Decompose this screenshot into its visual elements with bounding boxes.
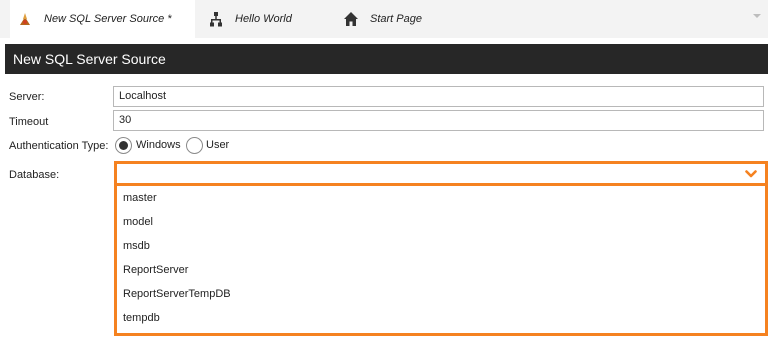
- database-dropdown-list: master model msdb ReportServer ReportSer…: [114, 186, 768, 336]
- dropdown-option-master[interactable]: master: [123, 192, 157, 204]
- home-icon: [340, 11, 362, 27]
- dropdown-option-reportserver[interactable]: ReportServer: [123, 264, 188, 276]
- dropdown-option-tempdb[interactable]: tempdb: [123, 312, 160, 324]
- chevron-down-icon[interactable]: [752, 12, 762, 20]
- timeout-label: Timeout: [9, 116, 49, 128]
- timeout-input[interactable]: 30: [113, 110, 764, 131]
- workflow-icon: [205, 11, 227, 27]
- sql-server-source-icon: [14, 11, 36, 27]
- user-radio[interactable]: [186, 137, 203, 154]
- tab-start-page[interactable]: Start Page: [340, 0, 450, 38]
- server-label: Server:: [9, 91, 45, 103]
- windows-radio[interactable]: [115, 137, 132, 154]
- chevron-down-icon[interactable]: [745, 169, 757, 179]
- database-select[interactable]: [114, 161, 768, 186]
- dropdown-option-model[interactable]: model: [123, 216, 153, 228]
- page-title-bar: New SQL Server Source: [5, 44, 768, 74]
- windows-radio-label[interactable]: Windows: [136, 139, 181, 151]
- server-input[interactable]: Localhost: [113, 86, 764, 107]
- user-radio-label[interactable]: User: [206, 139, 229, 151]
- tab-hello-world[interactable]: Hello World: [205, 0, 320, 38]
- tab-new-sql-server-source[interactable]: New SQL Server Source *: [10, 0, 195, 38]
- authentication-type-label: Authentication Type:: [9, 140, 109, 152]
- dropdown-option-reportservertempdb[interactable]: ReportServerTempDB: [123, 288, 231, 300]
- page-title: New SQL Server Source: [13, 51, 166, 67]
- tab-label: Start Page: [370, 13, 422, 25]
- database-label: Database:: [9, 169, 60, 181]
- tab-label: Hello World: [235, 13, 292, 25]
- dropdown-option-msdb[interactable]: msdb: [123, 240, 150, 252]
- tab-bar: New SQL Server Source * Hello World Star…: [0, 0, 768, 38]
- tab-label: New SQL Server Source *: [44, 13, 172, 25]
